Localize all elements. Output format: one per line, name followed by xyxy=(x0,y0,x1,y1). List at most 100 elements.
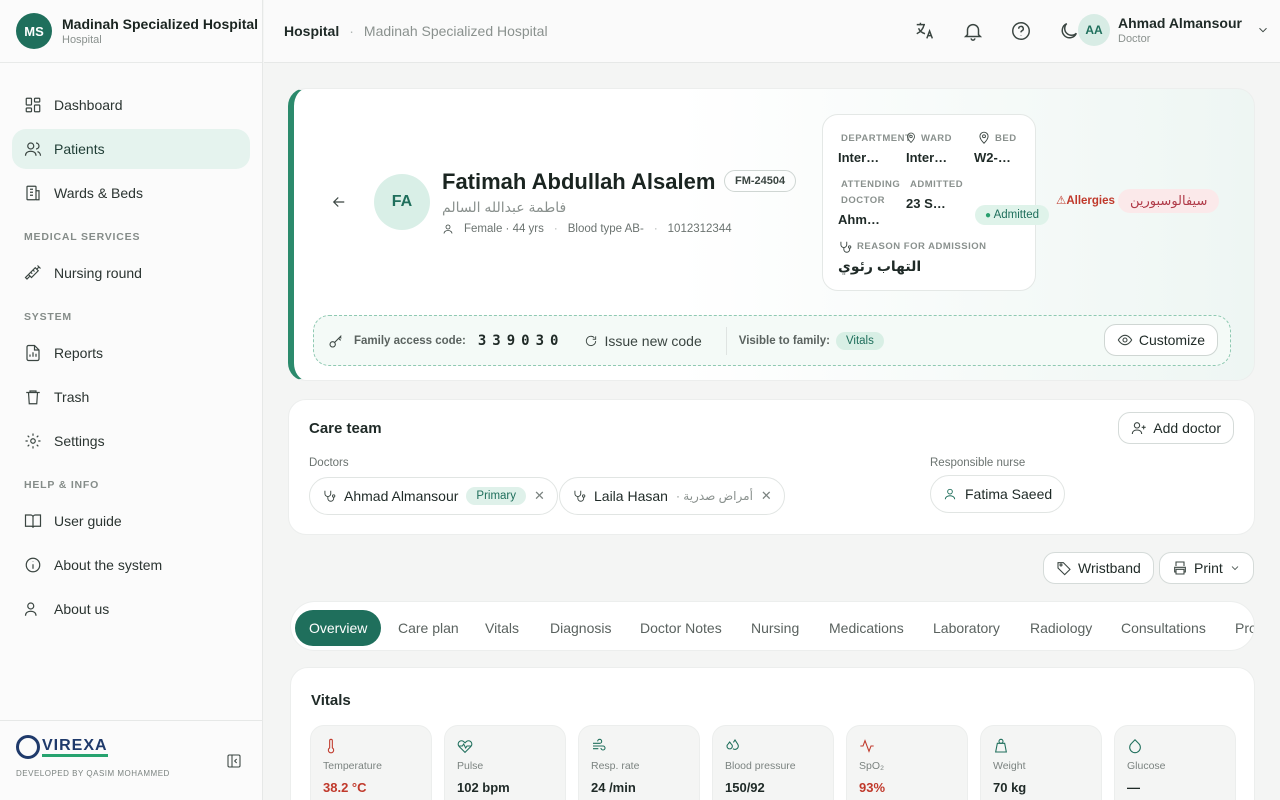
chevron-down-icon xyxy=(1259,27,1267,33)
tab-doctor-notes[interactable]: Doctor Notes xyxy=(626,610,736,646)
admission-details-box: DEPARTMENT Inter… WARD Inter… BED W2-… A… xyxy=(822,114,1036,291)
tab-laboratory[interactable]: Laboratory xyxy=(919,610,1014,646)
tab-medications[interactable]: Medications xyxy=(815,610,918,646)
nav-section-title: SYSTEM xyxy=(24,311,72,323)
weight-icon xyxy=(995,738,1007,753)
info-icon xyxy=(25,557,41,573)
person-icon xyxy=(443,224,453,234)
status-label: Admitted xyxy=(993,209,1039,221)
print-label: Print xyxy=(1194,560,1223,576)
close-icon[interactable]: ✕ xyxy=(761,488,772,504)
translate-icon[interactable] xyxy=(914,20,936,42)
chevron-down-icon xyxy=(1231,566,1239,571)
tab-care-plan[interactable]: Care plan xyxy=(384,610,473,646)
bell-icon[interactable] xyxy=(962,20,984,42)
attending-doctor-value: Ahm… xyxy=(838,212,880,227)
eye-icon xyxy=(1117,334,1133,346)
add-doctor-button[interactable]: Add doctor xyxy=(1118,412,1234,444)
wristband-button[interactable]: Wristband xyxy=(1043,552,1154,584)
patient-name-arabic: فاطمة عبدالله السالم xyxy=(442,199,567,215)
developer-credit: DEVELOPED BY QASIM MOHAMMED xyxy=(16,769,170,778)
help-icon[interactable] xyxy=(1010,20,1032,42)
vital-label: Blood pressure xyxy=(725,760,796,772)
users-icon xyxy=(24,142,42,156)
vital-tile-resp-rate[interactable]: Resp. rate 24 /min xyxy=(578,725,700,800)
tab-nursing[interactable]: Nursing xyxy=(737,610,813,646)
reason-for-admission-label: REASON FOR ADMISSION xyxy=(857,241,987,252)
vital-tile-spo2[interactable]: SpO₂ 93% xyxy=(846,725,968,800)
patient-national-id: 1012312344 xyxy=(667,223,732,235)
vital-tile-pulse[interactable]: Pulse 102 bpm xyxy=(444,725,566,800)
doctor-chip[interactable]: Laila Hasan · أمراض صدرية ✕ xyxy=(559,477,785,515)
sidebar-item-label: Reports xyxy=(54,345,104,361)
tag-icon xyxy=(1057,562,1071,576)
issue-new-code-button[interactable]: Issue new code xyxy=(584,333,702,349)
breadcrumb-root[interactable]: Hospital xyxy=(284,23,339,39)
vital-value: 38.2 °C xyxy=(323,780,367,795)
allergy-label-text: Allergies xyxy=(1066,195,1115,207)
vital-tile-glucose[interactable]: Glucose — xyxy=(1114,725,1236,800)
care-team-title: Care team xyxy=(309,420,382,437)
tab-consultations[interactable]: Consultations xyxy=(1107,610,1220,646)
moon-icon[interactable] xyxy=(1058,20,1080,42)
tab-radiology[interactable]: Radiology xyxy=(1016,610,1106,646)
tab-diagnosis[interactable]: Diagnosis xyxy=(536,610,625,646)
responsible-nurse-label: Responsible nurse xyxy=(930,457,1026,469)
patient-tabs: Overview Care plan Vitals Diagnosis Doct… xyxy=(290,601,1255,651)
patient-mrn-badge[interactable]: FM-24504 xyxy=(724,170,797,192)
nurse-chip[interactable]: Fatima Saeed xyxy=(930,475,1066,513)
vital-tile-blood-pressure[interactable]: Blood pressure 150/92 xyxy=(712,725,834,800)
tab-procedures[interactable]: Pro xyxy=(1221,610,1254,646)
add-doctor-label: Add doctor xyxy=(1153,420,1221,436)
sidebar-item-about-system[interactable]: About the system xyxy=(12,545,250,585)
admitted-value: 23 S… xyxy=(906,196,946,211)
dashboard-icon xyxy=(25,97,41,113)
sidebar-item-dashboard[interactable]: Dashboard xyxy=(12,85,250,125)
primary-badge: Primary xyxy=(466,487,527,505)
vital-label: Weight xyxy=(993,760,1026,772)
visible-chip-vitals: Vitals xyxy=(835,331,884,350)
breadcrumb: Hospital · Madinah Specialized Hospital xyxy=(284,23,548,39)
vital-value: 93% xyxy=(859,780,886,795)
droplets-icon xyxy=(726,739,739,750)
sidebar-item-user-guide[interactable]: User guide xyxy=(12,501,250,541)
patient-gender-age: Female · 44 yrs xyxy=(464,223,544,235)
close-icon[interactable]: ✕ xyxy=(534,488,545,504)
doctor-name: Laila Hasan xyxy=(594,488,668,504)
activity-icon xyxy=(860,739,874,753)
sidebar-item-settings[interactable]: Settings xyxy=(12,421,250,461)
book-icon xyxy=(24,514,42,528)
sidebar-item-wards-beds[interactable]: Wards & Beds xyxy=(12,173,250,213)
patient-header-card: FA Fatimah Abdullah Alsalem FM-24504 فاط… xyxy=(288,88,1255,381)
vital-label: Resp. rate xyxy=(591,760,640,772)
user-menu[interactable]: AA Ahmad Almansour Doctor xyxy=(1078,14,1270,46)
sidebar-item-trash[interactable]: Trash xyxy=(12,377,250,417)
hospital-subtitle: Hospital xyxy=(62,34,102,46)
brand-header[interactable]: MS Madinah Specialized Hospital Hospital xyxy=(0,0,262,63)
care-team-card: Care team Add doctor Doctors Responsible… xyxy=(288,399,1255,535)
tab-vitals[interactable]: Vitals xyxy=(471,610,533,646)
vital-value: 102 bpm xyxy=(457,780,510,795)
family-access-code: 339030 xyxy=(477,332,565,349)
warning-icon: ⚠ xyxy=(1056,195,1067,207)
collapse-sidebar-icon[interactable] xyxy=(226,753,242,769)
sidebar-item-reports[interactable]: Reports xyxy=(12,333,250,373)
patient-blood-type: Blood type AB- xyxy=(567,223,644,235)
customize-label: Customize xyxy=(1138,332,1205,348)
back-arrow-icon[interactable] xyxy=(330,193,348,211)
topbar-actions xyxy=(914,20,1080,42)
doctor-chip-primary[interactable]: Ahmad Almansour Primary ✕ xyxy=(309,477,558,515)
vital-value: 150/92 xyxy=(725,780,765,795)
tab-overview[interactable]: Overview xyxy=(295,610,382,646)
sidebar-item-nursing-round[interactable]: Nursing round xyxy=(12,253,250,293)
customize-button[interactable]: Customize xyxy=(1103,324,1218,356)
allergy-chip: سيفالوسبورين xyxy=(1118,189,1220,213)
vital-tile-weight[interactable]: Weight 70 kg xyxy=(980,725,1102,800)
person-icon xyxy=(944,488,956,500)
doctor-name: Ahmad Almansour xyxy=(344,488,459,504)
sidebar-item-about-us[interactable]: About us xyxy=(12,589,250,629)
print-button[interactable]: Print xyxy=(1159,552,1254,584)
vital-tile-temperature[interactable]: Temperature 38.2 °C xyxy=(310,725,432,800)
sidebar-item-patients[interactable]: Patients xyxy=(12,129,250,169)
vital-label: Glucose xyxy=(1127,760,1166,772)
